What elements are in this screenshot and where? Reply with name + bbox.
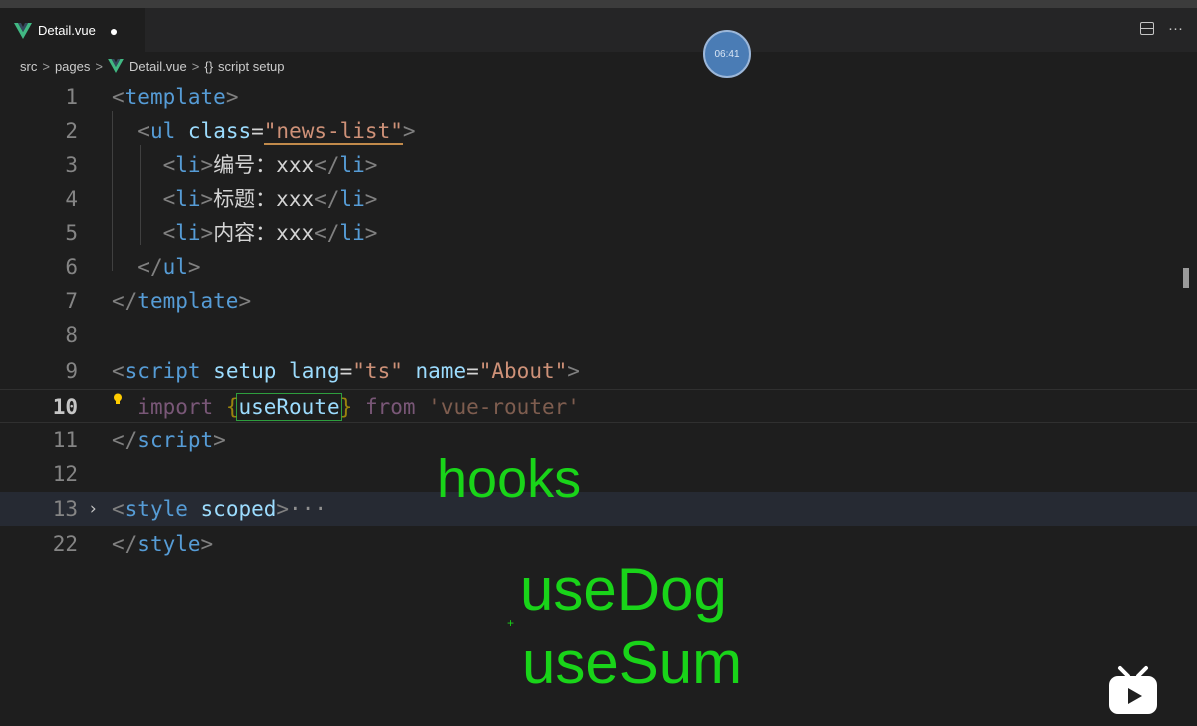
code-text: <li>标题：xxx</li> (162, 187, 378, 211)
line-number: 9 (65, 359, 78, 383)
code-line[interactable]: 2 <ul class="news-list"> (0, 114, 1197, 148)
code-line[interactable]: 4 <li>标题：xxx</li> (0, 182, 1197, 216)
line-number: 7 (65, 289, 78, 313)
line-number: 6 (65, 255, 78, 279)
breadcrumb-file[interactable]: Detail.vue (129, 59, 187, 74)
annotation-hooks: hooks (437, 449, 582, 509)
code-text: </ul> (137, 255, 201, 279)
code-text: <script setup lang="ts" name="About"> (112, 359, 580, 383)
code-text: </template> (112, 289, 252, 313)
code-text: </script> (112, 428, 226, 452)
code-text: <style scoped>··· (112, 497, 327, 521)
window-top-bar (0, 0, 1197, 8)
code-line[interactable]: 8 (0, 318, 1197, 352)
line-number: 22 (52, 532, 78, 556)
breadcrumb-src[interactable]: src (20, 59, 37, 74)
vue-icon (108, 59, 124, 73)
code-line[interactable]: 6 </ul> (0, 250, 1197, 284)
breadcrumb: src > pages > Detail.vue > {} script set… (0, 52, 1197, 80)
code-text: <li>编号：xxx</li> (162, 153, 378, 177)
braces-icon: {} (204, 58, 214, 74)
vue-icon (14, 22, 32, 39)
code-text: <template> (112, 85, 239, 109)
code-line[interactable]: 12 (0, 457, 1197, 491)
code-text: import {useRoute} from 'vue-router' (137, 393, 580, 421)
code-line[interactable]: 11 </script> (0, 423, 1197, 457)
bilibili-icon (1109, 666, 1157, 714)
line-number: 13 (52, 497, 78, 521)
code-line[interactable]: 5 <li>内容：xxx</li> (0, 216, 1197, 250)
breadcrumb-script-setup[interactable]: script setup (218, 59, 284, 74)
annotation-usesum: useSum (522, 629, 743, 696)
line-number: 1 (65, 85, 78, 109)
line-number: 10 (52, 395, 78, 419)
code-line[interactable]: 3 <li>编号：xxx</li> (0, 148, 1197, 182)
annotation-usedog: useDog (520, 556, 727, 623)
split-editor-icon[interactable] (1140, 22, 1154, 35)
code-line-current[interactable]: 10 import {useRoute} from 'vue-router' (0, 389, 1197, 423)
code-line[interactable]: 7 </template> (0, 284, 1197, 318)
code-line-folded[interactable]: 13 › <style scoped>··· (0, 492, 1197, 526)
breadcrumb-separator: > (42, 58, 50, 74)
unsaved-indicator[interactable]: ● (110, 23, 118, 39)
tab-detail-vue[interactable]: Detail.vue ● (0, 8, 145, 52)
tab-bar (0, 8, 1197, 52)
code-line[interactable]: 1 <template> (0, 80, 1197, 114)
recording-timer: 06:41 (703, 30, 751, 78)
breadcrumb-pages[interactable]: pages (55, 59, 90, 74)
line-number: 8 (65, 323, 78, 347)
line-number: 3 (65, 153, 78, 177)
line-number: 12 (52, 462, 78, 486)
line-number: 11 (52, 428, 78, 452)
code-text: <li>内容：xxx</li> (162, 221, 378, 245)
code-line[interactable]: 9 <script setup lang="ts" name="About"> (0, 354, 1197, 388)
cursor-crosshair: + (507, 616, 515, 630)
folded-region-ellipsis: ··· (289, 497, 327, 521)
line-number: 2 (65, 119, 78, 143)
tab-label: Detail.vue (38, 23, 96, 38)
breadcrumb-separator: > (191, 58, 200, 74)
editor-actions: ··· (1140, 20, 1183, 37)
line-number: 4 (65, 187, 78, 211)
more-actions-button[interactable]: ··· (1168, 20, 1183, 37)
scrollbar-thumb[interactable] (1183, 268, 1189, 288)
code-text: </style> (112, 532, 214, 556)
line-number: 5 (65, 221, 78, 245)
code-text: <ul class="news-list"> (137, 119, 416, 145)
breadcrumb-separator: > (95, 58, 103, 74)
chevron-right-icon[interactable]: › (88, 492, 98, 526)
